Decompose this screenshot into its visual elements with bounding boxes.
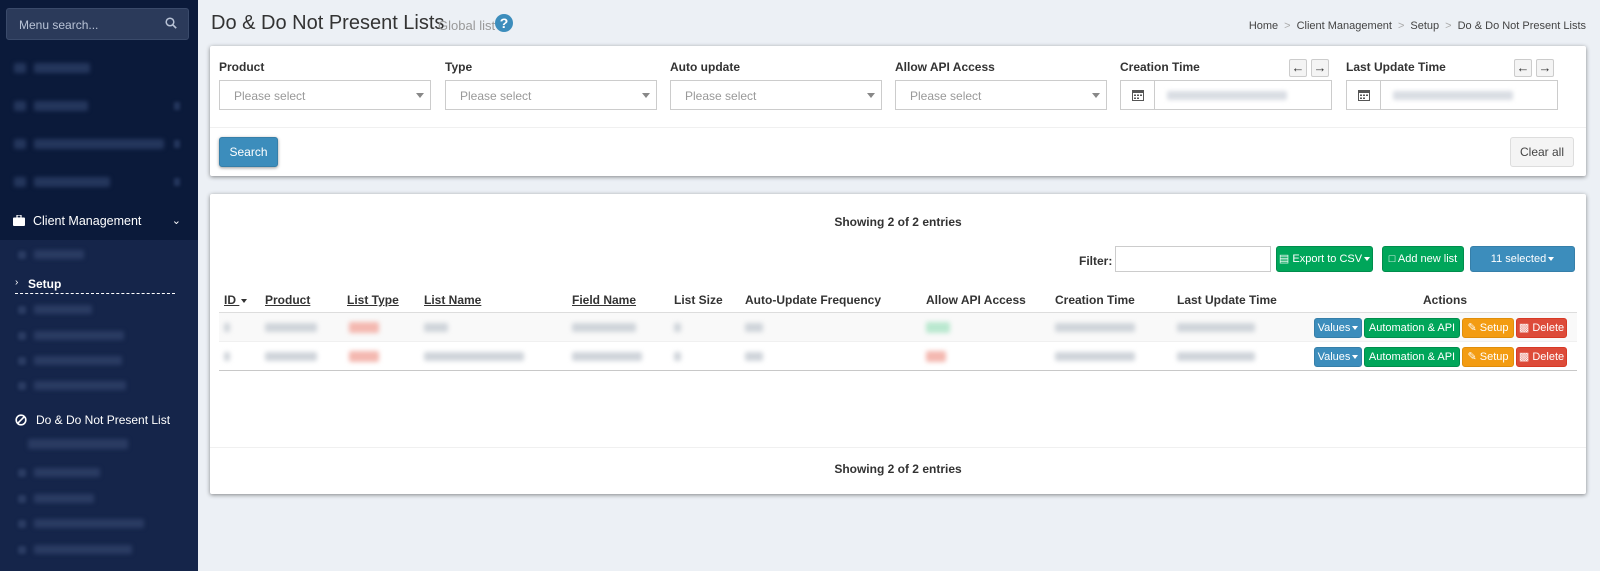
column-header-id[interactable]: ID [224, 293, 247, 307]
api-access-label: Allow API Access [895, 60, 995, 74]
menu-search-placeholder: Menu search... [19, 18, 98, 32]
select-placeholder: Please select [910, 89, 981, 103]
values-button[interactable]: Values [1314, 347, 1362, 367]
showing-entries-top: Showing 2 of 2 entries [210, 215, 1586, 229]
calendar-icon [1121, 81, 1155, 109]
sidebar-item-blurred[interactable] [0, 163, 198, 201]
export-csv-label: Export to CSV [1292, 253, 1362, 265]
creation-time-label: Creation Time [1120, 60, 1200, 74]
breadcrumb-current: Do & Do Not Present Lists [1458, 20, 1586, 32]
filter-label: Filter: [1079, 254, 1112, 268]
caret-down-icon [1352, 326, 1358, 330]
help-icon[interactable]: ? [495, 14, 513, 32]
page-title: Do & Do Not Present Lists [211, 12, 444, 35]
sidebar-item-blurred[interactable] [0, 49, 198, 87]
column-header-list-name[interactable]: List Name [424, 293, 481, 307]
column-header-list-size: List Size [674, 293, 723, 307]
sidebar-item-do-do-not-present-list[interactable]: Do & Do Not Present List [0, 406, 198, 434]
caret-down-icon [1352, 355, 1358, 359]
column-header-actions: Actions [1423, 293, 1467, 307]
chevron-down-icon: ⌄ [172, 214, 181, 227]
breadcrumb-client-management[interactable]: Client Management [1297, 20, 1392, 32]
columns-selected-button[interactable]: 11 selected [1470, 246, 1575, 272]
caret-down-icon [1364, 257, 1370, 261]
column-header-field-name[interactable]: Field Name [572, 293, 636, 307]
briefcase-icon [13, 215, 25, 226]
sidebar-item-label: Setup [28, 277, 61, 291]
add-new-list-button[interactable]: □ Add new list [1382, 246, 1464, 272]
select-placeholder: Please select [460, 89, 531, 103]
column-header-product[interactable]: Product [265, 293, 310, 307]
delete-button[interactable]: ▩ Delete [1516, 318, 1567, 338]
automation-api-button[interactable]: Automation & API [1364, 347, 1460, 367]
sidebar-item-blurred[interactable] [0, 87, 198, 125]
last-update-prev-arrow-icon[interactable]: ← [1514, 59, 1532, 77]
column-header-last-update-time: Last Update Time [1177, 293, 1277, 307]
sidebar-item-blurred[interactable] [0, 125, 198, 163]
api-access-select[interactable]: Please select [895, 80, 1107, 110]
auto-update-select[interactable]: Please select [670, 80, 882, 110]
page-subtitle: Global list [438, 18, 495, 33]
select-placeholder: Please select [685, 89, 756, 103]
sidebar-item-label: Do & Do Not Present List [36, 413, 170, 427]
setup-button[interactable]: ✎ Setup [1462, 347, 1514, 367]
setup-button[interactable]: ✎ Setup [1462, 318, 1514, 338]
columns-selected-label: 11 selected [1491, 253, 1546, 265]
file-csv-icon: ▤ [1279, 253, 1289, 265]
caret-down-icon [642, 93, 650, 98]
column-header-list-type[interactable]: List Type [347, 293, 399, 307]
type-select[interactable]: Please select [445, 80, 657, 110]
lists-table-panel: Showing 2 of 2 entries Filter: ▤ Export … [210, 194, 1586, 494]
search-button[interactable]: Search [219, 137, 278, 167]
menu-search-input[interactable]: Menu search... [6, 8, 189, 40]
automation-api-button[interactable]: Automation & API [1364, 318, 1460, 338]
export-csv-button[interactable]: ▤ Export to CSV [1276, 246, 1373, 272]
column-header-allow-api-access: Allow API Access [926, 293, 1026, 307]
add-new-list-label: Add new list [1398, 253, 1457, 265]
column-header-creation-time: Creation Time [1055, 293, 1135, 307]
calendar-icon [1347, 81, 1381, 109]
last-update-next-arrow-icon[interactable]: → [1536, 59, 1554, 77]
sidebar-item-client-management[interactable]: Client Management ⌄ [0, 202, 198, 240]
filter-panel: Product Please select Type Please select… [210, 46, 1586, 176]
ban-icon [15, 414, 27, 426]
auto-update-label: Auto update [670, 60, 740, 74]
file-icon: □ [1389, 253, 1396, 265]
column-header-auto-update-frequency: Auto-Update Frequency [745, 293, 881, 307]
product-label: Product [219, 60, 264, 74]
breadcrumb-setup[interactable]: Setup [1410, 20, 1439, 32]
select-placeholder: Please select [234, 89, 305, 103]
creation-time-input[interactable] [1120, 80, 1332, 110]
edit-icon: ✎ [1467, 322, 1476, 334]
trash-icon: ▩ [1519, 322, 1529, 334]
showing-entries-bottom: Showing 2 of 2 entries [210, 462, 1586, 476]
sidebar-item-label: Client Management [33, 214, 141, 228]
delete-button[interactable]: ▩ Delete [1516, 347, 1567, 367]
caret-down-icon [416, 93, 424, 98]
caret-down-icon [867, 93, 875, 98]
caret-down-icon [1092, 93, 1100, 98]
chevron-right-icon: › [15, 277, 18, 288]
type-label: Type [445, 60, 472, 74]
table-row: Values Automation & API ✎ Setup ▩ Delete [219, 342, 1577, 371]
last-update-label: Last Update Time [1346, 60, 1446, 74]
creation-next-arrow-icon[interactable]: → [1311, 59, 1329, 77]
table-filter-input[interactable] [1115, 246, 1271, 272]
edit-icon: ✎ [1467, 351, 1476, 363]
breadcrumb: Home> Client Management> Setup> Do & Do … [1249, 20, 1586, 32]
sidebar: Menu search... Client Management ⌄ › Set… [0, 0, 198, 571]
sort-desc-icon [241, 299, 247, 303]
search-icon [165, 17, 177, 29]
values-button[interactable]: Values [1314, 318, 1362, 338]
caret-down-icon [1410, 373, 1416, 377]
sidebar-item-setup[interactable]: › Setup [15, 276, 175, 294]
caret-down-icon [1548, 257, 1554, 261]
table-row: Values Automation & API ✎ Setup ▩ Delete [219, 313, 1577, 342]
trash-icon: ▩ [1519, 351, 1529, 363]
clear-all-button[interactable]: Clear all [1510, 137, 1574, 167]
breadcrumb-home[interactable]: Home [1249, 20, 1278, 32]
creation-prev-arrow-icon[interactable]: ← [1289, 59, 1307, 77]
product-select[interactable]: Please select [219, 80, 431, 110]
last-update-time-input[interactable] [1346, 80, 1558, 110]
